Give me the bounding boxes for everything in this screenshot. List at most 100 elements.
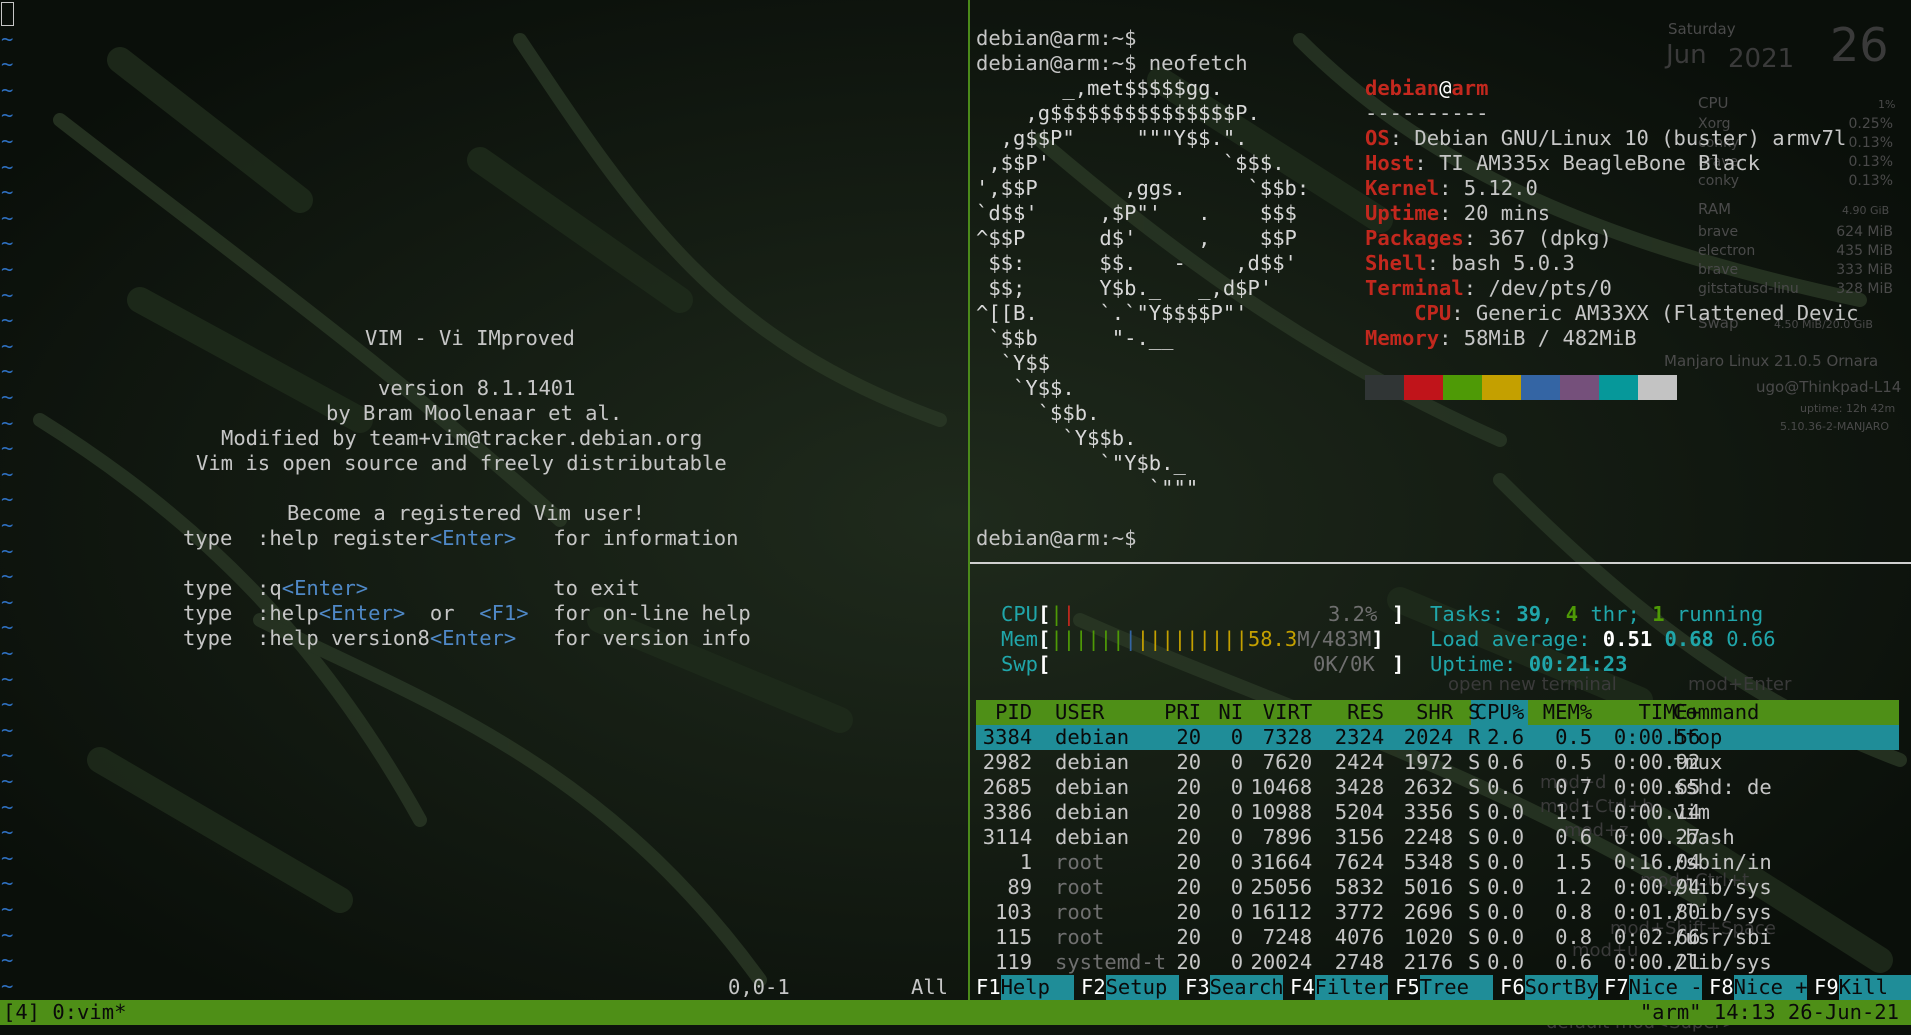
neofetch-terminal-pane[interactable]: debian@arm:~$ debian@arm:~$ neofetch _,m… (976, 0, 1911, 562)
vim-empty-line-tilde: ~ (1, 410, 14, 435)
shell-prompt-current[interactable]: debian@arm:~$ (976, 526, 1136, 551)
process-shr: 1020 (1403, 925, 1454, 949)
tmux-window-list[interactable]: [4] 0:vim* (3, 1000, 126, 1025)
fkey-f5-label[interactable]: Tree (1420, 975, 1494, 1000)
vim-modified-by: Modified by team+vim@tracker.debian.org (221, 426, 703, 450)
process-mem: 0.5 (1555, 725, 1593, 749)
shell-command-line: debian@arm:~$ neofetch (976, 51, 1248, 75)
ascii-art-line: ,g$$$$$$$$$$$$$$$P. (976, 101, 1260, 125)
vim-empty-line-tilde: ~ (1, 589, 14, 614)
fkey-f2-label[interactable]: Setup (1106, 975, 1180, 1000)
process-ni: 0 (1230, 800, 1244, 824)
vim-empty-line-tilde: ~ (1, 103, 14, 128)
htop-column-ni: NI (1218, 700, 1244, 724)
fkey-f7-label[interactable]: Nice - (1629, 975, 1703, 1000)
process-cpu: 0.6 (1487, 750, 1525, 774)
process-ni: 0 (1230, 725, 1244, 749)
fkey-f6[interactable]: F6 (1500, 975, 1525, 1000)
vim-empty-line-tilde: ~ (1, 77, 14, 102)
process-pri: 20 (1176, 800, 1202, 824)
htop-column-pid: PID (995, 700, 1033, 724)
process-ni: 0 (1230, 775, 1244, 799)
vim-empty-line-tilde: ~ (1, 871, 14, 896)
vim-empty-line-tilde: ~ (1, 26, 14, 51)
process-mem: 1.5 (1555, 850, 1593, 874)
process-user: root (1055, 925, 1105, 949)
vim-empty-line-tilde: ~ (1, 564, 14, 589)
ascii-art-line: `d$$' ,$P"' . $$$ (976, 201, 1297, 225)
htop-load-average: Load average: 0.51 0.68 0.66 (1430, 627, 1776, 651)
process-pid: 2685 (982, 775, 1033, 799)
fkey-f6-label[interactable]: SortBy (1525, 975, 1599, 1000)
tmux-horizontal-divider[interactable] (970, 562, 1911, 564)
neofetch-info-shell: Shell: bash 5.0.3 (1365, 251, 1575, 275)
process-command: /usr/sbi (1673, 925, 1772, 949)
color-swatch (1599, 375, 1638, 400)
info-key: Packages (1365, 226, 1464, 250)
vim-help-version: type :help version8<Enter> for version i… (183, 626, 751, 650)
process-ni: 0 (1230, 850, 1244, 874)
process-mem: 0.6 (1555, 950, 1593, 974)
color-swatch (1638, 375, 1677, 400)
fkey-f7[interactable]: F7 (1604, 975, 1629, 1000)
process-res: 2748 (1334, 950, 1385, 974)
process-s: S (1468, 875, 1481, 899)
vim-empty-line-tilde: ~ (1, 308, 14, 333)
vim-cursor-position: 0,0-1 (728, 975, 790, 999)
process-shr: 2632 (1403, 775, 1454, 799)
fkey-f1[interactable]: F1 (976, 975, 1001, 1000)
process-pid: 119 (995, 950, 1033, 974)
vim-pane[interactable]: ~~~~~~~~~~~~~~~~~~~~~~~~~~~~~~~~~~~~~~~ … (0, 0, 968, 1023)
process-user: debian (1055, 775, 1130, 799)
process-res: 4076 (1334, 925, 1385, 949)
fkey-f5[interactable]: F5 (1395, 975, 1420, 1000)
fkey-f3-label[interactable]: Search (1210, 975, 1284, 1000)
process-user: debian (1055, 800, 1130, 824)
process-user: systemd-t (1055, 950, 1167, 974)
process-command: /lib/sys (1673, 900, 1772, 924)
vim-empty-line-tilde: ~ (1, 973, 14, 998)
fkey-f9-label[interactable]: Kill (1839, 975, 1911, 1000)
vim-empty-line-tilde: ~ (1, 282, 14, 307)
process-mem: 0.8 (1555, 900, 1593, 924)
process-pri: 20 (1176, 775, 1202, 799)
process-s: S (1468, 800, 1481, 824)
info-value: TI AM335x BeagleBone Black (1439, 151, 1760, 175)
fkey-f1-label[interactable]: Help (1001, 975, 1075, 1000)
fkey-f3[interactable]: F3 (1185, 975, 1210, 1000)
vim-empty-line-tilde: ~ (1, 52, 14, 77)
tmux-vertical-divider[interactable] (968, 0, 970, 1000)
vim-version: version 8.1.1401 (378, 376, 576, 400)
fkey-f8-label[interactable]: Nice + (1734, 975, 1808, 1000)
vim-help-online: type :help<Enter> or <F1> for on-line he… (183, 601, 751, 625)
ascii-art-line: $$; Y$b._ _,d$P' (976, 276, 1273, 300)
info-key: Uptime (1365, 201, 1440, 225)
process-virt: 10988 (1250, 800, 1313, 824)
process-shr: 5016 (1403, 875, 1454, 899)
shell-prompt: debian@arm:~$ (976, 26, 1137, 50)
fkey-f2[interactable]: F2 (1081, 975, 1106, 1000)
color-swatch (1404, 375, 1443, 400)
process-virt: 7328 (1262, 725, 1313, 749)
htop-uptime: Uptime: 00:21:23 (1430, 652, 1628, 676)
vim-empty-line-tilde: ~ (1, 461, 14, 486)
vim-title: VIM - Vi IMproved (365, 326, 575, 350)
process-s: S (1468, 825, 1481, 849)
neofetch-info-host: Host: TI AM335x BeagleBone Black (1365, 151, 1760, 175)
fkey-f8[interactable]: F8 (1709, 975, 1734, 1000)
info-value: bash 5.0.3 (1451, 251, 1575, 275)
fkey-f4[interactable]: F4 (1290, 975, 1315, 1000)
process-cpu: 0.0 (1487, 950, 1525, 974)
info-value: 367 (dpkg) (1488, 226, 1612, 250)
fkey-f4-label[interactable]: Filter (1315, 975, 1389, 1000)
ascii-art-line: ',$$P ,ggs. `$$b: (976, 176, 1310, 200)
ascii-art-line: `Y$$b. (976, 426, 1137, 450)
color-swatch (1521, 375, 1560, 400)
neofetch-info-uptime: Uptime: 20 mins (1365, 201, 1551, 225)
vim-empty-line-tilde: ~ (1, 794, 14, 819)
fkey-f9[interactable]: F9 (1814, 975, 1839, 1000)
neofetch-info-kernel: Kernel: 5.12.0 (1365, 176, 1538, 200)
process-pid: 3114 (982, 825, 1033, 849)
ascii-art-line: `Y$$. (976, 376, 1075, 400)
process-pri: 20 (1176, 850, 1202, 874)
